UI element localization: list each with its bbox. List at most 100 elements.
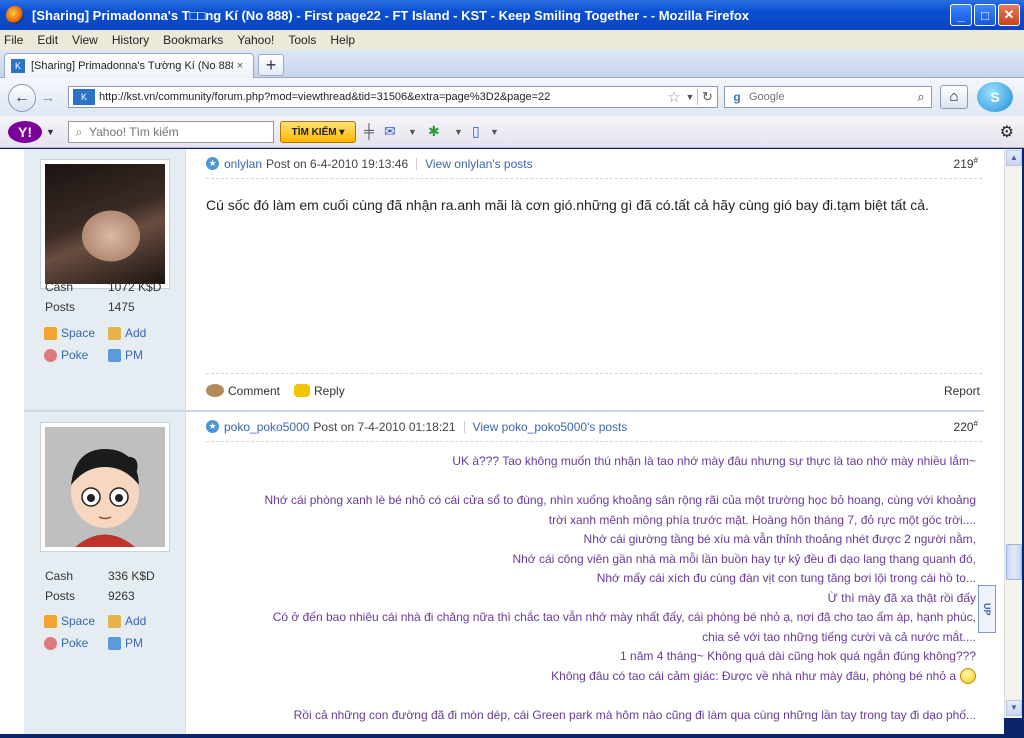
pm-label: PM <box>125 348 143 362</box>
message-line: Không đâu có tao cái cảm giác: Được về n… <box>551 668 956 683</box>
widget-icon[interactable]: ✱ <box>428 123 440 140</box>
poke-link[interactable]: Poke <box>44 348 108 362</box>
post-number[interactable]: 219# <box>954 156 978 171</box>
post-username[interactable]: onlylan <box>224 157 262 171</box>
yahoo-search-input[interactable] <box>89 125 273 139</box>
menu-bookmarks[interactable]: Bookmarks <box>163 33 223 47</box>
url-dropdown-icon[interactable]: ▼ <box>683 92 697 102</box>
post-author-sidebar: Cash 1072 K$D Posts 1475 Space Add Poke PM <box>24 149 186 410</box>
stat-key: Cash <box>45 280 74 294</box>
message-line: Ừ thì mày đã xa thật rồi đấy <box>827 590 976 605</box>
tab-bar: K [Sharing] Primadonna's Tường Kí (No 88… <box>0 50 1024 78</box>
skype-icon[interactable]: S <box>977 82 1013 112</box>
search-input[interactable] <box>749 91 911 103</box>
message-line: chia sẻ với tao những tiếng cười và cả n… <box>702 629 976 644</box>
coffee-cup-icon <box>206 384 224 397</box>
gear-icon[interactable]: ⚙ <box>1000 122 1014 142</box>
space-link[interactable]: Space <box>44 326 108 340</box>
pages-dropdown-icon[interactable]: ▼ <box>490 127 499 137</box>
scroll-down-arrow-icon[interactable]: ▼ <box>1006 700 1022 716</box>
post-number[interactable]: 220# <box>954 419 978 434</box>
stat-row: Posts 1475 <box>45 297 161 317</box>
message-line: Nhớ cái phòng xanh lè bé nhỏ có cái cửa … <box>264 493 976 507</box>
tab-active[interactable]: K [Sharing] Primadonna's Tường Kí (No 88… <box>4 53 254 78</box>
window-titlebar: [Sharing] Primadonna's T□□ng Kí (No 888)… <box>0 0 1024 30</box>
menu-tools[interactable]: Tools <box>288 33 316 47</box>
mail-icon[interactable]: ✉ <box>384 123 396 140</box>
pm-link[interactable]: PM <box>108 348 172 362</box>
stat-row: Cash 1072 K$D <box>45 277 161 297</box>
url-input[interactable] <box>99 91 665 103</box>
search-bar: g ⌕ <box>724 86 932 108</box>
new-tab-button[interactable]: + <box>258 54 284 76</box>
post-body: ★ onlylan Post on 6-4-2010 19:13:46 View… <box>206 149 982 213</box>
message-line: 1 năm 4 tháng~ Không quá dài cũng hok qu… <box>620 649 976 663</box>
stat-value[interactable]: 1475 <box>108 300 135 314</box>
smiley-icon <box>960 668 976 685</box>
minimize-button[interactable]: _ <box>950 4 972 26</box>
reply-label: Reply <box>314 383 345 398</box>
reply-button[interactable]: Reply <box>294 384 345 398</box>
maximize-button[interactable]: □ <box>974 4 996 26</box>
menu-help[interactable]: Help <box>330 33 355 47</box>
search-icon[interactable]: ⌕ <box>911 89 931 105</box>
forum-post: Cash 1072 K$D Posts 1475 Space Add Poke PM… <box>24 149 984 411</box>
handshake-icon <box>108 326 121 340</box>
mail-dropdown-icon[interactable]: ▼ <box>408 127 417 137</box>
post-number-value: 219 <box>953 157 974 171</box>
yahoo-search-button[interactable]: TÌM KIẾM ▾ <box>280 121 356 143</box>
widget-dropdown-icon[interactable]: ▼ <box>454 127 463 137</box>
pm-link[interactable]: PM <box>108 636 172 650</box>
online-status-icon: ★ <box>206 420 219 433</box>
post-timestamp: Post on 6-4-2010 19:13:46 <box>266 156 409 171</box>
menu-view[interactable]: View <box>72 33 98 47</box>
add-friend-link[interactable]: Add <box>108 326 172 340</box>
tab-close-icon[interactable]: × <box>233 59 247 73</box>
report-link[interactable]: Report <box>944 384 980 398</box>
divider <box>416 157 418 170</box>
message-line: Nhớ cái giường tầng bé xíu mà vẫn thỉnh … <box>583 532 976 546</box>
menu-edit[interactable]: Edit <box>37 33 58 47</box>
poke-icon <box>44 348 57 362</box>
menu-yahoo[interactable]: Yahoo! <box>237 33 274 47</box>
scrollbar-thumb[interactable] <box>1006 544 1022 580</box>
bookmark-star-icon[interactable]: ☆ <box>665 88 683 106</box>
online-status-icon: ★ <box>206 157 219 170</box>
stat-row: Posts 9263 <box>45 586 155 606</box>
close-button[interactable]: ✕ <box>998 4 1020 26</box>
forward-button[interactable]: → <box>37 88 59 108</box>
speech-bubble-icon <box>294 384 311 397</box>
search-engine-icon[interactable]: g <box>725 90 749 104</box>
yahoo-logo[interactable]: Y! <box>8 121 42 143</box>
scroll-up-arrow-icon[interactable]: ▲ <box>1006 150 1022 166</box>
cartoon-boy-icon <box>45 427 165 547</box>
avatar[interactable] <box>40 159 170 289</box>
space-link[interactable]: Space <box>44 614 108 628</box>
post-username[interactable]: poko_poko5000 <box>224 420 309 434</box>
vertical-scrollbar[interactable]: ▲ ▼ <box>1004 149 1022 718</box>
home-button[interactable]: ⌂ <box>940 85 968 109</box>
scroll-up-button[interactable]: UP <box>978 585 996 633</box>
stat-key: Cash <box>45 569 74 583</box>
pin-icon[interactable]: ╪ <box>364 123 374 139</box>
post-author-sidebar: Cash 336 K$D Posts 9263 Space Add Poke PM <box>24 412 186 734</box>
pages-icon[interactable]: ▯ <box>472 123 480 140</box>
menu-history[interactable]: History <box>112 33 149 47</box>
menu-file[interactable]: File <box>4 33 23 47</box>
add-friend-link[interactable]: Add <box>108 614 172 628</box>
poke-link[interactable]: Poke <box>44 636 108 650</box>
home-icon <box>44 326 57 340</box>
yahoo-search-icon: ⌕ <box>75 124 83 139</box>
yahoo-dropdown-icon[interactable]: ▼ <box>46 127 55 137</box>
avatar[interactable] <box>40 422 170 552</box>
view-posts-link[interactable]: View poko_poko5000's posts <box>473 420 628 434</box>
firefox-icon <box>6 6 24 24</box>
site-identity-icon[interactable]: K <box>73 89 95 105</box>
comment-button[interactable]: Comment <box>206 384 280 398</box>
stat-value[interactable]: 9263 <box>108 589 135 603</box>
divider <box>463 420 465 433</box>
stat-value: 1072 K$D <box>108 280 162 294</box>
view-posts-link[interactable]: View onlylan's posts <box>425 157 532 171</box>
back-button[interactable]: ← <box>8 84 36 112</box>
reload-icon[interactable]: ↻ <box>697 89 717 105</box>
